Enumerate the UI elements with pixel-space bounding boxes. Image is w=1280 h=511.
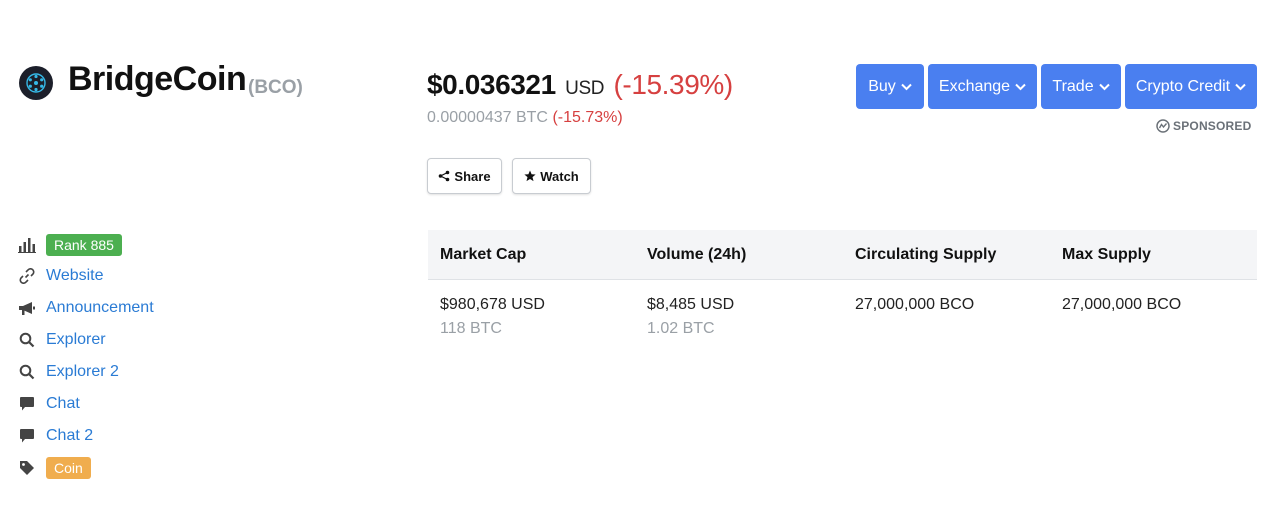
sidebar-item-chat[interactable]: Chat	[18, 392, 80, 416]
sidebar-item-announcement[interactable]: Announcement	[18, 296, 154, 320]
price-btc-row: 0.00000437 BTC (-15.73%)	[427, 109, 623, 127]
sidebar-item-rank: Rank 885	[18, 233, 122, 257]
stats-header-circulating-supply: Circulating Supply	[855, 246, 997, 263]
website-link[interactable]: Website	[46, 267, 104, 285]
sidebar-item-explorer[interactable]: Explorer	[18, 328, 106, 352]
share-button[interactable]: Share	[427, 158, 502, 194]
chat-2-link[interactable]: Chat 2	[46, 427, 93, 445]
chevron-down-icon	[1015, 83, 1026, 90]
share-icon	[439, 170, 450, 182]
chat-link[interactable]: Chat	[46, 395, 80, 413]
chat-icon	[18, 427, 36, 445]
star-icon	[524, 170, 536, 182]
coin-symbol: (BCO)	[248, 77, 303, 98]
sidebar-item-website[interactable]: Website	[18, 264, 104, 288]
market-cap-btc: 118 BTC	[440, 320, 502, 337]
market-cap-usd: $980,678 USD	[440, 296, 545, 313]
megaphone-icon	[18, 299, 36, 317]
explorer-link[interactable]: Explorer	[46, 331, 106, 349]
announcement-link[interactable]: Announcement	[46, 299, 154, 317]
price-usd: $0.036321	[427, 69, 556, 100]
bar-chart-icon	[18, 236, 36, 254]
price-btc-change: (-15.73%)	[552, 109, 623, 126]
sidebar-item-tag: Coin	[18, 456, 91, 480]
rank-badge: Rank 885	[46, 234, 122, 256]
trade-button-label: Trade	[1052, 77, 1094, 95]
volume-usd: $8,485 USD	[647, 296, 735, 313]
search-icon	[18, 331, 36, 349]
crypto-credit-button-label: Crypto Credit	[1135, 77, 1231, 95]
exchange-button[interactable]: Exchange	[928, 64, 1037, 109]
sponsored-text: SPONSORED	[1173, 119, 1252, 133]
sidebar-item-chat-2[interactable]: Chat 2	[18, 424, 93, 448]
sponsored-label: SPONSORED	[1156, 119, 1251, 133]
chat-icon	[18, 395, 36, 413]
price-change: (-15.39%)	[613, 69, 733, 100]
buy-button-label: Buy	[868, 77, 896, 95]
sponsored-icon	[1156, 119, 1170, 133]
price-btc: 0.00000437 BTC	[427, 109, 548, 126]
search-icon	[18, 363, 36, 381]
explorer-2-link[interactable]: Explorer 2	[46, 363, 119, 381]
stats-header-max-supply: Max Supply	[1062, 246, 1151, 263]
stats-header-volume: Volume (24h)	[647, 246, 747, 263]
coin-logo-icon	[19, 66, 53, 100]
chevron-down-icon	[901, 83, 912, 90]
price-usd-row: $0.036321 USD (-15.39%)	[427, 69, 733, 101]
watch-label: Watch	[540, 168, 579, 184]
share-label: Share	[454, 168, 491, 184]
crypto-credit-button[interactable]: Crypto Credit	[1125, 64, 1257, 109]
trade-button[interactable]: Trade	[1041, 64, 1121, 109]
max-supply-value: 27,000,000 BCO	[1062, 296, 1182, 313]
buy-button[interactable]: Buy	[856, 64, 924, 109]
coin-tag-badge[interactable]: Coin	[46, 457, 91, 479]
coin-name: BridgeCoin	[68, 60, 247, 98]
chevron-down-icon	[1098, 83, 1110, 90]
exchange-button-label: Exchange	[938, 77, 1011, 95]
volume-btc: 1.02 BTC	[647, 320, 715, 337]
stats-header-market-cap: Market Cap	[440, 246, 527, 263]
link-icon	[18, 267, 36, 285]
chevron-down-icon	[1235, 83, 1246, 90]
circulating-supply-value: 27,000,000 BCO	[855, 296, 975, 313]
tag-icon	[18, 459, 36, 477]
price-unit: USD	[565, 78, 605, 99]
watch-button[interactable]: Watch	[512, 158, 591, 194]
sidebar-item-explorer-2[interactable]: Explorer 2	[18, 360, 119, 384]
